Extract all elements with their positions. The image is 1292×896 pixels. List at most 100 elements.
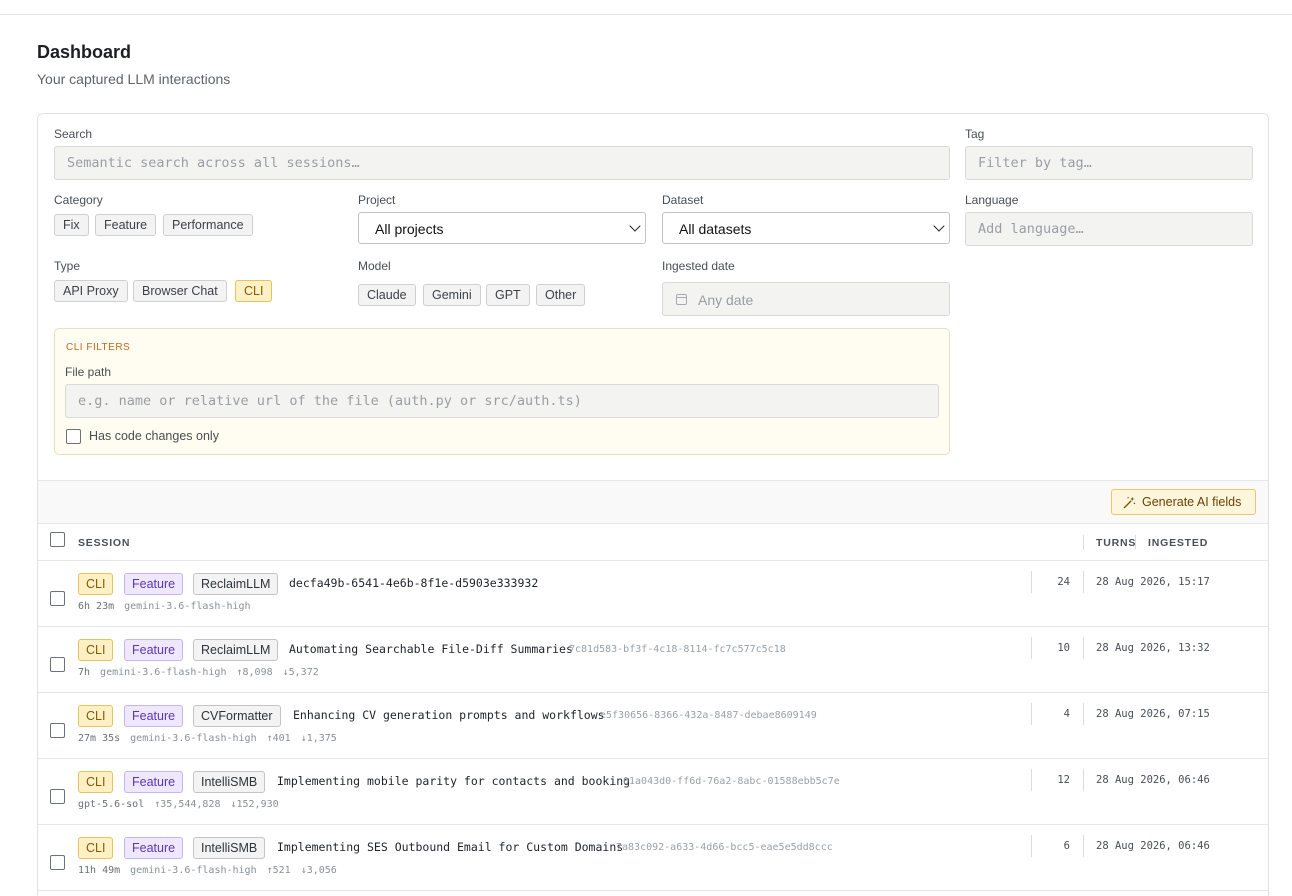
tokens-out: ↓1,375 (300, 733, 337, 744)
file-path-input[interactable]: e.g. name or relative url of the file (a… (65, 384, 939, 418)
type-badge: CLI (78, 705, 114, 727)
project-badge: CVFormatter (193, 705, 281, 727)
code-changes-checkbox[interactable] (66, 429, 81, 444)
session-id: 7a83c092-a633-4d66-bcc5-eae5e5dd8ccc (616, 842, 833, 853)
session-turns: 4 (1063, 708, 1070, 720)
type-label: Type (54, 259, 81, 273)
category-chip-performance[interactable]: Performance (163, 214, 253, 236)
session-turns: 12 (1057, 774, 1070, 786)
session-id: 7c81d583-bf3f-4c18-8114-fc7c577c5c18 (569, 644, 786, 655)
table-row[interactable]: CLI Feature ReclaimLLM Automating Search… (38, 627, 1268, 693)
select-all-checkbox[interactable] (50, 532, 65, 547)
session-title[interactable]: Automating Searchable File-Diff Summarie… (289, 642, 573, 656)
session-turns: 10 (1057, 642, 1070, 654)
chevron-down-icon (629, 220, 641, 232)
session-meta: 11h 49m gemini-3.6-flash-high ↑521 ↓3,056 (78, 865, 337, 876)
cell-divider (1031, 835, 1032, 857)
type-chip-api-proxy[interactable]: API Proxy (54, 280, 128, 302)
session-title[interactable]: decfa49b-6541-4e6b-8f1e-d5903e333932 (289, 576, 538, 590)
session-duration: 11h 49m (78, 865, 121, 876)
generate-ai-fields-label: Generate AI fields (1142, 495, 1242, 509)
dataset-select[interactable]: All datasets (662, 212, 950, 244)
type-badge: CLI (78, 639, 114, 661)
file-path-label: File path (65, 365, 112, 379)
session-ingested: 28 Aug 2026, 06:46 (1096, 774, 1210, 786)
row-checkbox[interactable] (50, 657, 65, 672)
model-chip-claude[interactable]: Claude (358, 284, 416, 306)
table-header: SESSION TURNS INGESTED (38, 524, 1268, 561)
table-row[interactable]: CLI Feature ReclaimLLM decfa49b-6541-4e6… (38, 561, 1268, 627)
language-placeholder: Add language… (978, 221, 1084, 237)
tokens-in: ↑8,098 (236, 667, 273, 678)
type-chip-browser-chat[interactable]: Browser Chat (133, 280, 227, 302)
tokens-out: ↓3,056 (300, 865, 337, 876)
session-title[interactable]: Implementing SES Outbound Email for Cust… (277, 840, 623, 854)
magic-wand-icon (1123, 496, 1136, 509)
page-title: Dashboard (37, 42, 132, 62)
session-duration: 7h (78, 667, 91, 678)
page-subtitle: Your captured LLM interactions (37, 71, 231, 87)
tokens-in: ↑401 (266, 733, 291, 744)
language-label: Language (965, 193, 1019, 207)
session-model: gemini-3.6-flash-high (130, 733, 257, 744)
chevron-down-icon (933, 220, 945, 232)
category-badge: Feature (124, 639, 184, 661)
session-model: gemini-3.6-flash-high (124, 601, 251, 612)
row-checkbox[interactable] (50, 789, 65, 804)
session-duration: 27m 35s (78, 733, 121, 744)
tag-input[interactable]: Filter by tag… (965, 146, 1253, 180)
session-meta: 27m 35s gemini-3.6-flash-high ↑401 ↓1,375 (78, 733, 337, 744)
session-model: gemini-3.6-flash-high (130, 865, 257, 876)
cell-divider (1083, 835, 1084, 857)
project-label: Project (358, 193, 396, 207)
top-bar (0, 0, 1292, 15)
session-title[interactable]: Implementing mobile parity for contacts … (277, 774, 630, 788)
category-badge: Feature (124, 573, 184, 595)
row-checkbox[interactable] (50, 723, 65, 738)
project-badge: IntelliSMB (193, 771, 266, 793)
row-checkbox[interactable] (50, 591, 65, 606)
session-ingested: 28 Aug 2026, 13:32 (1096, 642, 1210, 654)
search-input[interactable]: Semantic search across all sessions… (54, 146, 950, 180)
session-meta: gpt-5.6-sol ↑35,544,828 ↓152,930 (78, 799, 279, 810)
search-label: Search (54, 127, 93, 141)
calendar-icon (676, 294, 687, 305)
column-turns[interactable]: TURNS (1096, 537, 1136, 549)
cli-filters-title: CLI FILTERS (66, 342, 131, 353)
dataset-select-value: All datasets (679, 221, 752, 237)
file-path-placeholder: e.g. name or relative url of the file (a… (78, 393, 582, 409)
row-checkbox[interactable] (50, 855, 65, 870)
filter-panel: Search Semantic search across all sessio… (37, 113, 1269, 896)
code-changes-label: Has code changes only (89, 429, 219, 443)
generate-ai-fields-button[interactable]: Generate AI fields (1111, 489, 1256, 515)
column-divider (1083, 535, 1084, 550)
session-ingested: 28 Aug 2026, 07:15 (1096, 708, 1210, 720)
column-session[interactable]: SESSION (78, 537, 130, 549)
table-row[interactable]: CLI Feature IntelliSMB Implementing SES … (38, 825, 1268, 891)
table-row[interactable]: CLI Feature IntelliSMB Implementing mobi… (38, 759, 1268, 825)
category-chip-fix[interactable]: Fix (54, 214, 89, 236)
model-chip-gemini[interactable]: Gemini (423, 284, 481, 306)
type-chip-cli[interactable]: CLI (235, 280, 273, 302)
cell-divider (1031, 637, 1032, 659)
table-row[interactable]: CLI Feature CVFormatter Enhancing CV gen… (38, 693, 1268, 759)
cell-divider (1083, 571, 1084, 593)
cell-divider (1031, 703, 1032, 725)
category-chip-feature[interactable]: Feature (95, 214, 157, 236)
session-turns: 24 (1057, 576, 1070, 588)
type-badge: CLI (78, 573, 114, 595)
model-chip-other[interactable]: Other (536, 284, 586, 306)
category-badge: Feature (124, 771, 184, 793)
cell-divider (1031, 571, 1032, 593)
session-meta: 7h gemini-3.6-flash-high ↑8,098 ↓5,372 (78, 667, 319, 678)
language-input[interactable]: Add language… (965, 212, 1253, 246)
project-select[interactable]: All projects (358, 212, 646, 244)
cell-divider (1083, 703, 1084, 725)
tag-label: Tag (965, 127, 985, 141)
model-chip-gpt[interactable]: GPT (486, 284, 530, 306)
session-title[interactable]: Enhancing CV generation prompts and work… (293, 708, 605, 722)
session-meta: 6h 23m gemini-3.6-flash-high (78, 601, 251, 612)
ingested-date-input[interactable]: Any date (662, 282, 950, 316)
type-badge: CLI (78, 771, 114, 793)
column-ingested[interactable]: INGESTED (1148, 537, 1208, 549)
